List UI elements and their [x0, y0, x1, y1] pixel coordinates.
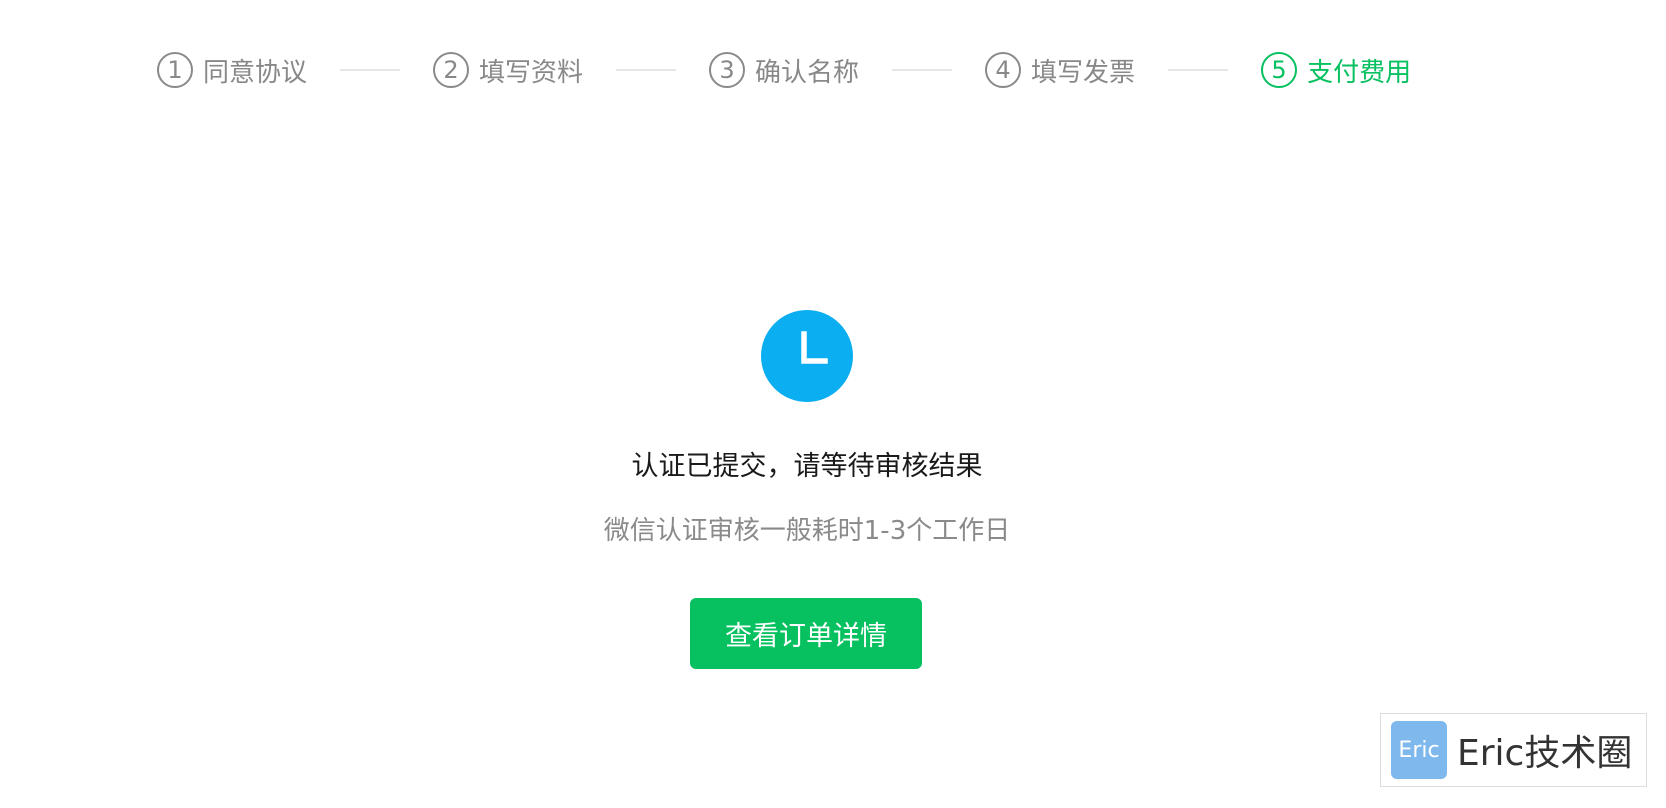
clock-hands-icon: [801, 331, 828, 364]
step-agree-terms: 1 同意协议: [157, 52, 307, 89]
step-label-3: 确认名称: [755, 57, 860, 88]
step-pay-fee: 5 支付费用: [1261, 52, 1411, 89]
step-label-2: 填写资料: [479, 57, 584, 88]
result-title: 认证已提交，请等待审核结果: [631, 451, 983, 482]
watermark-logo: Eric: [1391, 721, 1447, 779]
step-number-2: 2: [433, 52, 470, 88]
view-order-details-button[interactable]: 查看订单详情: [690, 598, 922, 669]
step-connector: [616, 69, 677, 71]
watermark-text: Eric技术圈: [1457, 733, 1633, 774]
step-confirm-name: 3 确认名称: [709, 52, 859, 89]
clock-icon: [761, 310, 853, 402]
step-label-5: 支付费用: [1307, 57, 1412, 88]
step-number-5: 5: [1261, 52, 1298, 88]
step-label-4: 填写发票: [1031, 57, 1136, 88]
step-fill-info: 2 填写资料: [433, 52, 583, 89]
progress-stepper: 1 同意协议 2 填写资料 3 确认名称 4 填写发票 5 支付费用: [157, 50, 1411, 90]
step-number-3: 3: [709, 52, 746, 88]
step-number-1: 1: [157, 52, 193, 88]
step-fill-invoice: 4 填写发票: [985, 52, 1135, 89]
step-connector: [1168, 69, 1229, 71]
step-connector: [340, 69, 401, 71]
result-description: 微信认证审核一般耗时1-3个工作日: [603, 516, 1011, 546]
watermark: Eric Eric技术圈: [1380, 713, 1647, 787]
step-number-4: 4: [985, 52, 1022, 88]
auth-result-page: 1 同意协议 2 填写资料 3 确认名称 4 填写发票 5 支付费用 认证已提交…: [0, 0, 1666, 808]
step-label-1: 同意协议: [203, 57, 308, 88]
step-connector: [892, 69, 953, 71]
